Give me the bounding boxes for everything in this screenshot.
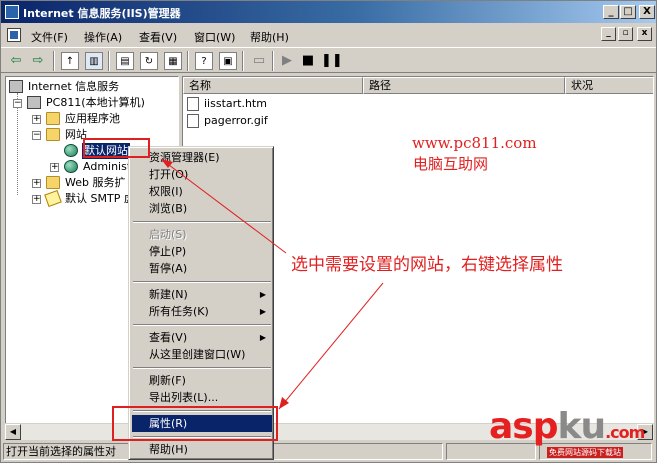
- computer-icon: [27, 96, 41, 109]
- website-globe-icon: [64, 160, 78, 173]
- submenu-arrow-icon: ▶: [259, 307, 266, 316]
- menu-item-view[interactable]: 查看(V) ▶: [132, 329, 272, 346]
- expand-icon[interactable]: +: [50, 163, 59, 172]
- menu-item-permissions[interactable]: 权限(I): [132, 183, 272, 200]
- title-bar[interactable]: Internet 信息服务(IIS)管理器 _ □ X: [1, 1, 656, 23]
- child-close-button[interactable]: x: [637, 27, 652, 41]
- toolbar-separator: [53, 51, 55, 71]
- toolbar-separator: [272, 51, 274, 71]
- menu-separator: [133, 324, 271, 326]
- iis-services-icon: [9, 80, 23, 93]
- tree-label: PC811(本地计算机): [46, 96, 145, 109]
- menu-item-all-tasks[interactable]: 所有任务(K) ▶: [132, 303, 272, 320]
- html-file-icon: [187, 97, 199, 111]
- child-restore-button[interactable]: ▫: [618, 27, 633, 41]
- back-arrow-icon[interactable]: ⇦: [6, 51, 26, 71]
- website-globe-icon: [64, 144, 78, 157]
- menu-item-stop[interactable]: 停止(P): [132, 243, 272, 260]
- toolbar-separator: [242, 51, 244, 71]
- image-file-icon: [187, 114, 199, 128]
- tree-label: Administ: [83, 160, 132, 173]
- highlight-box-default-site: [83, 138, 150, 158]
- menu-item-refresh[interactable]: 刷新(F): [132, 372, 272, 389]
- menu-window[interactable]: 窗口(W): [194, 29, 235, 45]
- toolbar-separator: [108, 51, 110, 71]
- column-header-name[interactable]: 名称: [183, 77, 363, 94]
- forward-arrow-icon[interactable]: ⇨: [28, 51, 48, 71]
- menu-item-label: 新建(N): [149, 288, 188, 301]
- column-header-path[interactable]: 路径: [363, 77, 565, 94]
- console-tree-icon[interactable]: ▣: [219, 52, 237, 70]
- smtp-envelope-icon: [44, 189, 62, 208]
- toolbar: ⇦ ⇨ ↑ ▥ ▤ ↻ ▦ ? ▣ ▭ ▶ ■ ❚❚: [1, 47, 656, 73]
- watermark-part: ku: [557, 406, 607, 447]
- properties-icon[interactable]: ▤: [116, 52, 134, 70]
- menu-item-new[interactable]: 新建(N) ▶: [132, 286, 272, 303]
- menu-item-open[interactable]: 打开(O): [132, 166, 272, 183]
- highlight-box-properties: [112, 406, 278, 441]
- scroll-left-icon[interactable]: ◀: [5, 424, 21, 440]
- menu-separator: [133, 281, 271, 283]
- menu-bar: 文件(F) 操作(A) 查看(V) 窗口(W) 帮助(H): [1, 25, 656, 45]
- iis-manager-window: Internet 信息服务(IIS)管理器 _ □ X 文件(F) 操作(A) …: [0, 0, 657, 463]
- file-name: pagerror.gif: [204, 114, 268, 127]
- file-name: iisstart.htm: [204, 97, 267, 110]
- menu-item-start: 启动(S): [149, 228, 187, 241]
- menu-view[interactable]: 查看(V): [139, 29, 177, 45]
- computer-icon[interactable]: ▭: [249, 51, 269, 71]
- play-icon[interactable]: ▶: [277, 51, 297, 71]
- iis-app-icon: [5, 5, 19, 19]
- watermark-logo: aspku.com: [489, 406, 645, 447]
- toolbar-separator: [187, 51, 189, 71]
- tree-label: 默认 SMTP 虚: [65, 192, 135, 205]
- menu-item-label: 所有任务(K): [149, 305, 209, 318]
- refresh-icon[interactable]: ↻: [140, 52, 158, 70]
- up-level-icon[interactable]: ↑: [61, 52, 79, 70]
- pause-icon[interactable]: ❚❚: [321, 51, 343, 71]
- window-title: Internet 信息服务(IIS)管理器: [23, 7, 181, 20]
- menu-item-explorer[interactable]: 资源管理器(E): [132, 149, 272, 166]
- menu-file[interactable]: 文件(F): [31, 29, 68, 45]
- menu-item-export-list[interactable]: 导出列表(L)...: [132, 389, 272, 406]
- expand-icon[interactable]: +: [32, 195, 41, 204]
- tree-label: Internet 信息服务: [28, 80, 120, 93]
- watermark-part: .com: [605, 423, 645, 442]
- tree-line: [17, 105, 18, 195]
- menu-help[interactable]: 帮助(H): [250, 29, 289, 45]
- menu-item-help[interactable]: 帮助(H): [132, 441, 272, 458]
- submenu-arrow-icon: ▶: [259, 333, 266, 342]
- menu-separator: [133, 221, 271, 223]
- folder-icon: [46, 112, 60, 125]
- export-list-icon[interactable]: ▦: [164, 52, 182, 70]
- menu-item-browse[interactable]: 浏览(B): [132, 200, 272, 217]
- maximize-button[interactable]: □: [620, 5, 636, 19]
- watermark-part: asp: [489, 406, 558, 447]
- annotation-url: www.pc811.com: [412, 134, 537, 152]
- collapse-icon[interactable]: −: [13, 99, 22, 108]
- help-icon[interactable]: ?: [195, 52, 213, 70]
- expand-icon[interactable]: +: [32, 115, 41, 124]
- minimize-button[interactable]: _: [603, 5, 619, 19]
- expand-icon[interactable]: +: [32, 179, 41, 188]
- annotation-site-name: 电脑互助网: [413, 155, 489, 173]
- menu-action[interactable]: 操作(A): [84, 29, 122, 45]
- close-button[interactable]: X: [639, 5, 655, 19]
- menu-item-new-window[interactable]: 从这里创建窗口(W): [132, 346, 272, 363]
- mmc-system-menu-icon[interactable]: [7, 28, 21, 42]
- watermark-subtitle: 免费网站源码下载站: [547, 447, 623, 458]
- menu-separator: [133, 367, 271, 369]
- tree-label: Web 服务扩: [65, 176, 126, 189]
- show-hide-tree-icon[interactable]: ▥: [85, 52, 103, 70]
- menu-item-label: 查看(V): [149, 331, 188, 344]
- folder-icon: [46, 128, 60, 141]
- annotation-instruction: 选中需要设置的网站，右键选择属性: [291, 255, 563, 275]
- folder-icon: [46, 176, 60, 189]
- collapse-icon[interactable]: −: [32, 131, 41, 140]
- submenu-arrow-icon: ▶: [259, 290, 266, 299]
- child-minimize-button[interactable]: _: [601, 27, 616, 41]
- stop-icon[interactable]: ■: [298, 51, 318, 71]
- menu-item-pause[interactable]: 暂停(A): [132, 260, 272, 277]
- tree-label: 应用程序池: [65, 112, 120, 125]
- column-header-status[interactable]: 状况: [565, 77, 653, 94]
